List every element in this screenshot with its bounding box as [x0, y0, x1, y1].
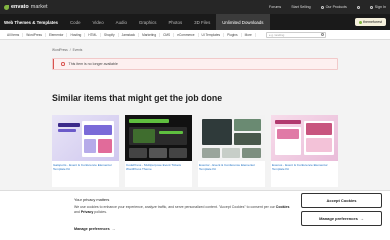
privacy-title: Your privacy matters	[74, 197, 110, 202]
card-title[interactable]: Eventor - Event & Conference Elementor T…	[198, 161, 265, 171]
card-evenus[interactable]: Evenus - Event & Conference Elementor Te…	[271, 115, 338, 187]
sign-in-link[interactable]: Sign In	[369, 5, 386, 9]
cat-3d-files[interactable]: 3D Files	[188, 14, 216, 30]
subnav-ui-templates[interactable]: UI Templates	[199, 32, 225, 37]
privacy-text: We use cookies to enhance your experienc…	[74, 205, 290, 214]
breadcrumb-wordpress[interactable]: WordPress	[52, 48, 68, 52]
arrow-right-icon: →	[359, 216, 364, 221]
cart-icon[interactable]	[356, 5, 360, 9]
alert-bar	[53, 59, 55, 69]
cat-code[interactable]: Code	[64, 14, 87, 30]
badge-leaf-icon	[359, 20, 363, 24]
card-title[interactable]: CodePress - Multipurpose Event Tickets W…	[125, 161, 192, 171]
alert-icon	[61, 62, 65, 66]
search-input[interactable]: e.g. landing	[265, 31, 326, 38]
subnav-all-items[interactable]: All Items	[4, 32, 24, 37]
card-title[interactable]: Gatsports - Event & Conference Elementor…	[52, 161, 119, 171]
alert-text: This item is no longer available	[68, 62, 118, 66]
forums-link[interactable]: Forums	[269, 5, 281, 9]
subnav-plugins[interactable]: Plugins	[224, 32, 242, 37]
similar-title: Similar items that might get the job don…	[52, 93, 223, 103]
subnav-marketing[interactable]: Marketing	[139, 32, 161, 37]
sub-nav: All Items WordPress Elementor Hosting HT…	[0, 30, 390, 40]
logo-sub: market	[30, 4, 48, 10]
cat-photos[interactable]: Photos	[162, 14, 188, 30]
manage-preferences-button[interactable]: Manage preferences →	[301, 211, 382, 226]
card-codepress[interactable]: CodePress - Multipurpose Event Tickets W…	[125, 115, 192, 187]
card-eventor[interactable]: Eventor - Event & Conference Elementor T…	[198, 115, 265, 187]
cat-audio[interactable]: Audio	[110, 14, 133, 30]
unavailable-alert: This item is no longer available	[52, 58, 338, 70]
our-products-link[interactable]: Our Products	[320, 5, 347, 9]
category-bar: Web Themes & Templates Code Video Audio …	[0, 14, 390, 30]
similar-cards: Gatsports - Event & Conference Elementor…	[52, 115, 342, 187]
card-thumbnail[interactable]	[271, 115, 338, 161]
card-title[interactable]: Evenus - Event & Conference Elementor Te…	[271, 161, 338, 171]
leaf-icon	[4, 4, 9, 10]
cookies-link[interactable]: Cookies	[276, 205, 290, 209]
cat-video[interactable]: Video	[87, 14, 110, 30]
subnav-shopify[interactable]: Shopify	[101, 32, 119, 37]
card-gatsports[interactable]: Gatsports - Event & Conference Elementor…	[52, 115, 119, 187]
card-thumbnail[interactable]	[198, 115, 265, 161]
subnav-ecommerce[interactable]: eCommerce	[174, 32, 199, 37]
breadcrumb: WordPress / Events	[52, 48, 82, 52]
user-icon	[369, 5, 373, 9]
cat-graphics[interactable]: Graphics	[133, 14, 163, 30]
top-bar: envato market Forums Start Selling Our P…	[0, 0, 390, 14]
subnav-more[interactable]: More	[242, 32, 256, 37]
card-thumbnail[interactable]	[52, 115, 119, 161]
grid-icon	[320, 5, 324, 9]
breadcrumb-separator: /	[69, 48, 71, 52]
themeforest-badge[interactable]: themeforest	[355, 18, 386, 26]
breadcrumb-events[interactable]: Events	[73, 48, 83, 52]
subnav-jamstack[interactable]: Jamstack	[119, 32, 140, 37]
subnav-elementor[interactable]: Elementor	[46, 32, 68, 37]
arrow-right-icon: →	[111, 227, 116, 231]
subnav-html[interactable]: HTML	[85, 32, 101, 37]
logo-text: envato	[11, 4, 29, 10]
subnav-cms[interactable]: CMS	[160, 32, 175, 37]
subnav-wordpress[interactable]: WordPress	[23, 32, 46, 37]
card-thumbnail[interactable]	[125, 115, 192, 161]
manage-preferences-link[interactable]: Manage preferences →	[74, 227, 115, 231]
envato-logo[interactable]: envato market	[4, 4, 48, 10]
subnav-hosting[interactable]: Hosting	[67, 32, 86, 37]
cat-web-themes[interactable]: Web Themes & Templates	[4, 14, 64, 30]
cat-unlimited[interactable]: Unlimited Downloads	[216, 14, 270, 30]
accept-cookies-button[interactable]: Accept Cookies	[301, 193, 382, 208]
start-selling-link[interactable]: Start Selling	[291, 5, 310, 9]
top-links: Forums Start Selling Our Products Sign I…	[269, 5, 386, 9]
search-icon[interactable]	[320, 33, 324, 36]
privacy-link[interactable]: Privacy	[81, 210, 93, 214]
